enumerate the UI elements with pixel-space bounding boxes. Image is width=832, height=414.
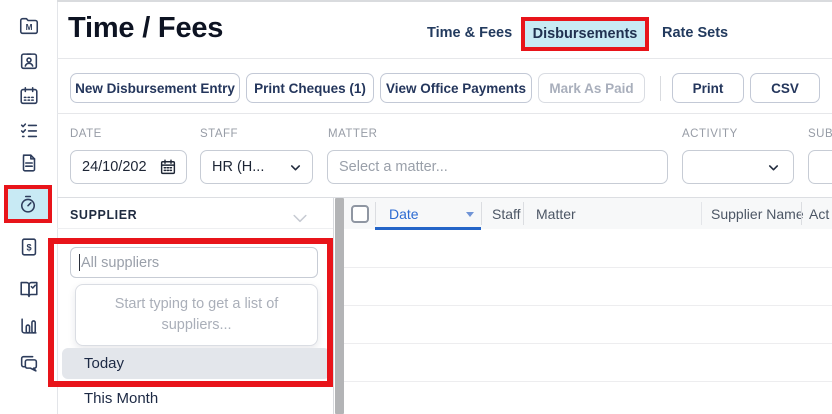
tab-disbursements[interactable]: Disbursements [521, 17, 649, 51]
supplier-panel-border [333, 198, 334, 414]
content-top-border [57, 0, 832, 2]
supplier-collapse-chevron-icon[interactable] [290, 208, 310, 228]
page-title: Time / Fees [68, 12, 224, 44]
column-header-supplier-name[interactable]: Supplier Name [711, 206, 804, 222]
sort-caret-icon[interactable] [466, 212, 474, 217]
matter-search-input[interactable] [327, 150, 668, 184]
table-gridline [344, 381, 832, 382]
vertical-scrollbar[interactable] [335, 198, 344, 414]
time-fees-annotation-box [4, 185, 52, 223]
csv-button[interactable]: CSV [750, 73, 820, 103]
time-fees-timer-icon[interactable] [17, 193, 39, 215]
column-separator [801, 202, 802, 225]
column-header-activity[interactable]: Act [809, 206, 829, 222]
print-button[interactable]: Print [672, 73, 744, 103]
chevron-down-icon [766, 160, 781, 175]
quick-filter-this-month-label: This Month [84, 390, 159, 407]
column-header-date[interactable]: Date [389, 206, 419, 222]
activity-select[interactable] [682, 150, 794, 184]
date-filter-label: DATE [70, 128, 102, 140]
matter-filter-label: MATTER [328, 128, 378, 140]
svg-text:M: M [26, 23, 33, 32]
tab-rate-sets[interactable]: Rate Sets [662, 25, 728, 41]
sub-filter-label: SUB [808, 128, 832, 140]
date-value: 24/10/202 [82, 159, 147, 175]
toolbar-divider-bottom [57, 113, 832, 114]
column-separator [481, 202, 482, 225]
table-gridline [344, 343, 832, 344]
svg-text:$: $ [26, 242, 31, 252]
column-header-staff[interactable]: Staff [492, 206, 521, 222]
calendar-picker-icon[interactable] [159, 158, 177, 176]
table-gridline [344, 267, 832, 268]
column-separator [375, 202, 376, 225]
select-all-checkbox[interactable] [351, 205, 369, 223]
activity-filter-label: ACTIVITY [682, 128, 738, 140]
view-office-payments-button[interactable]: View Office Payments [380, 73, 532, 103]
supplier-annotation-box [48, 238, 333, 387]
sub-select[interactable] [808, 150, 832, 184]
messages-icon[interactable] [18, 353, 40, 375]
mark-as-paid-button[interactable]: Mark As Paid [538, 73, 645, 103]
contacts-icon[interactable] [18, 50, 40, 72]
reports-icon[interactable] [18, 315, 40, 337]
quick-filter-this-month[interactable]: This Month [62, 383, 330, 414]
tasks-icon[interactable] [18, 119, 40, 141]
date-input[interactable]: 24/10/202 [70, 150, 187, 184]
staff-filter-label: STAFF [200, 128, 239, 140]
print-cheques-button[interactable]: Print Cheques (1) [246, 73, 374, 103]
table-gridline [344, 305, 832, 306]
column-separator [523, 202, 524, 225]
staff-value: HR (H... [212, 159, 265, 175]
supplier-header-divider [57, 228, 333, 229]
column-header-matter[interactable]: Matter [536, 206, 576, 222]
documents-icon[interactable] [18, 152, 40, 174]
toolbar-divider [660, 76, 661, 101]
supplier-section-title: SUPPLIER [70, 208, 138, 222]
chevron-down-icon [288, 160, 303, 175]
sorted-column-underline [375, 227, 481, 230]
ledger-icon[interactable] [18, 278, 40, 300]
header-divider [57, 58, 832, 59]
staff-select[interactable]: HR (H... [200, 150, 313, 184]
column-separator [701, 202, 702, 225]
matters-folder-icon[interactable]: M [18, 15, 40, 37]
tab-disbursements-label: Disbursements [532, 26, 638, 42]
matter-search-field[interactable] [328, 159, 667, 175]
new-disbursement-entry-button[interactable]: New Disbursement Entry [70, 73, 240, 103]
invoices-icon[interactable]: $ [18, 236, 40, 258]
calendar-icon[interactable] [18, 85, 40, 107]
tab-time-and-fees[interactable]: Time & Fees [427, 25, 512, 41]
